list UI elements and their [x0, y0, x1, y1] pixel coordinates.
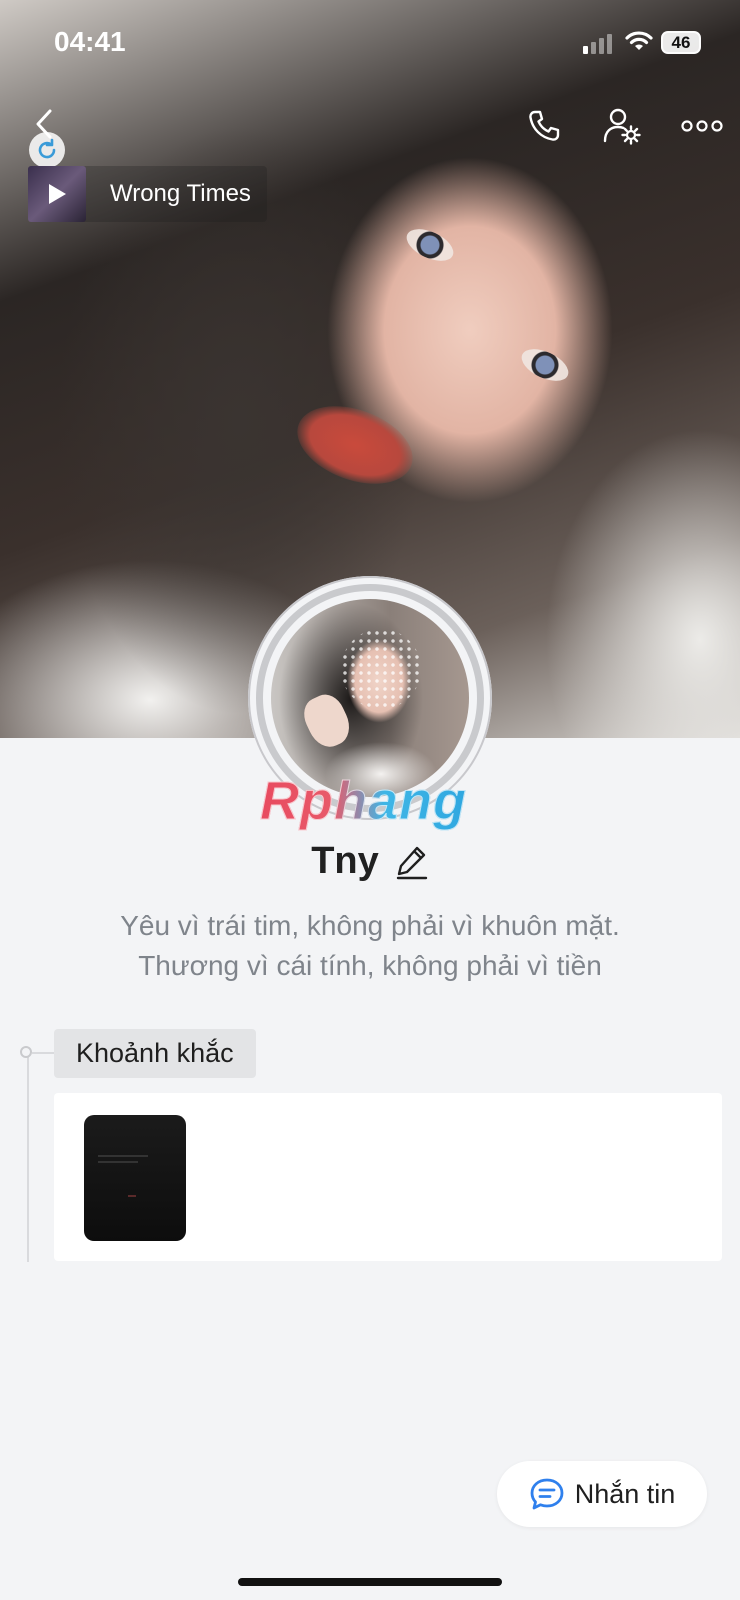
home-indicator[interactable]: [238, 1578, 502, 1586]
profile-name-row: Tny: [0, 840, 740, 883]
avatar-detail: [297, 688, 357, 754]
bio-line: Yêu vì trái tim, không phải vì khuôn mặt…: [120, 910, 620, 941]
music-cover-thumbnail: [28, 166, 86, 222]
play-icon: [49, 184, 66, 204]
status-bar: 04:41 46: [0, 0, 740, 88]
bio-line: Thương vì cái tính, không phải vì tiền: [138, 950, 602, 981]
status-time: 04:41: [54, 26, 126, 57]
profile-name: Tny: [311, 840, 379, 882]
user-settings-button[interactable]: [598, 102, 646, 150]
refresh-icon: [38, 138, 56, 159]
chat-bubble-icon: [530, 1478, 564, 1510]
send-message-label: Nhắn tin: [574, 1478, 676, 1509]
music-title: Wrong Times: [110, 180, 251, 207]
send-message-button[interactable]: Nhắn tin: [497, 1461, 707, 1527]
battery-indicator: 46: [661, 31, 701, 54]
profile-music-chip[interactable]: Wrong Times: [28, 166, 267, 222]
more-icon: [681, 120, 723, 132]
refresh-button[interactable]: [29, 132, 65, 168]
timeline-connector: [32, 1052, 54, 1054]
phone-icon: [529, 110, 560, 141]
timeline-line: [27, 1056, 29, 1262]
watermark: Rphang: [260, 771, 467, 832]
wifi-icon: [625, 31, 653, 50]
moments-card: [54, 1093, 722, 1261]
moments-section-label: Khoảnh khắc: [54, 1029, 256, 1078]
call-button[interactable]: [520, 102, 568, 150]
profile-bio: Yêu vì trái tim, không phải vì khuôn mặt…: [60, 906, 680, 986]
avatar[interactable]: [271, 599, 469, 797]
more-options-button[interactable]: [678, 102, 726, 150]
edit-pencil-icon[interactable]: [395, 844, 429, 880]
timeline-dot: [20, 1046, 32, 1058]
cover-detail: [286, 391, 424, 499]
cover-detail: [401, 222, 459, 268]
avatar-detail: [341, 629, 421, 709]
signal-icon: [583, 34, 612, 54]
user-settings-icon: [603, 108, 641, 145]
cover-detail: [516, 342, 574, 388]
moment-thumbnail[interactable]: [84, 1115, 186, 1241]
